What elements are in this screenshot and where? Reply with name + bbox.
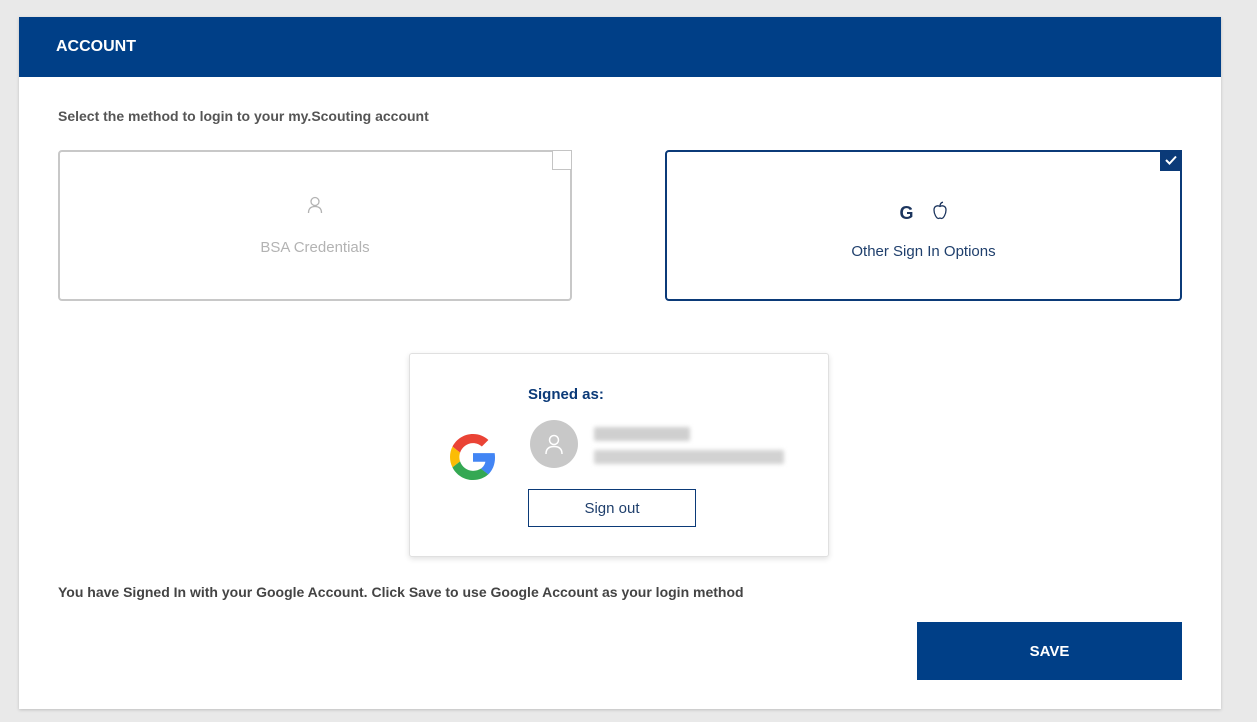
page-title: ACCOUNT <box>56 38 136 55</box>
sign-out-button[interactable]: Sign out <box>528 489 696 527</box>
account-panel: ACCOUNT Select the method to login to yo… <box>19 17 1221 709</box>
instruction-text: Select the method to login to your my.Sc… <box>58 108 429 124</box>
google-logo-icon <box>450 434 496 480</box>
signed-in-card: Signed as: Sign out <box>409 353 829 557</box>
option-other-sign-in[interactable]: G Other Sign In Options <box>665 150 1182 301</box>
option-label-bsa: BSA Credentials <box>260 238 370 256</box>
save-button[interactable]: SAVE <box>917 622 1182 680</box>
unchecked-checkbox[interactable] <box>552 150 572 170</box>
google-g-icon: G <box>899 202 914 223</box>
user-outline-icon <box>307 196 323 219</box>
signed-as-label: Signed as: <box>528 386 604 403</box>
checkmark-icon <box>1165 153 1177 168</box>
status-message: You have Signed In with your Google Acco… <box>58 584 744 600</box>
redacted-user-email <box>594 450 784 464</box>
redacted-user-name <box>594 427 690 441</box>
provider-icons-row: G <box>899 201 947 225</box>
apple-icon <box>932 201 948 225</box>
option-bsa-credentials[interactable]: BSA Credentials <box>58 150 572 301</box>
checked-checkbox[interactable] <box>1160 150 1182 171</box>
panel-header: ACCOUNT <box>19 17 1221 77</box>
user-avatar-icon <box>530 420 578 468</box>
option-label-other: Other Sign In Options <box>851 243 996 260</box>
